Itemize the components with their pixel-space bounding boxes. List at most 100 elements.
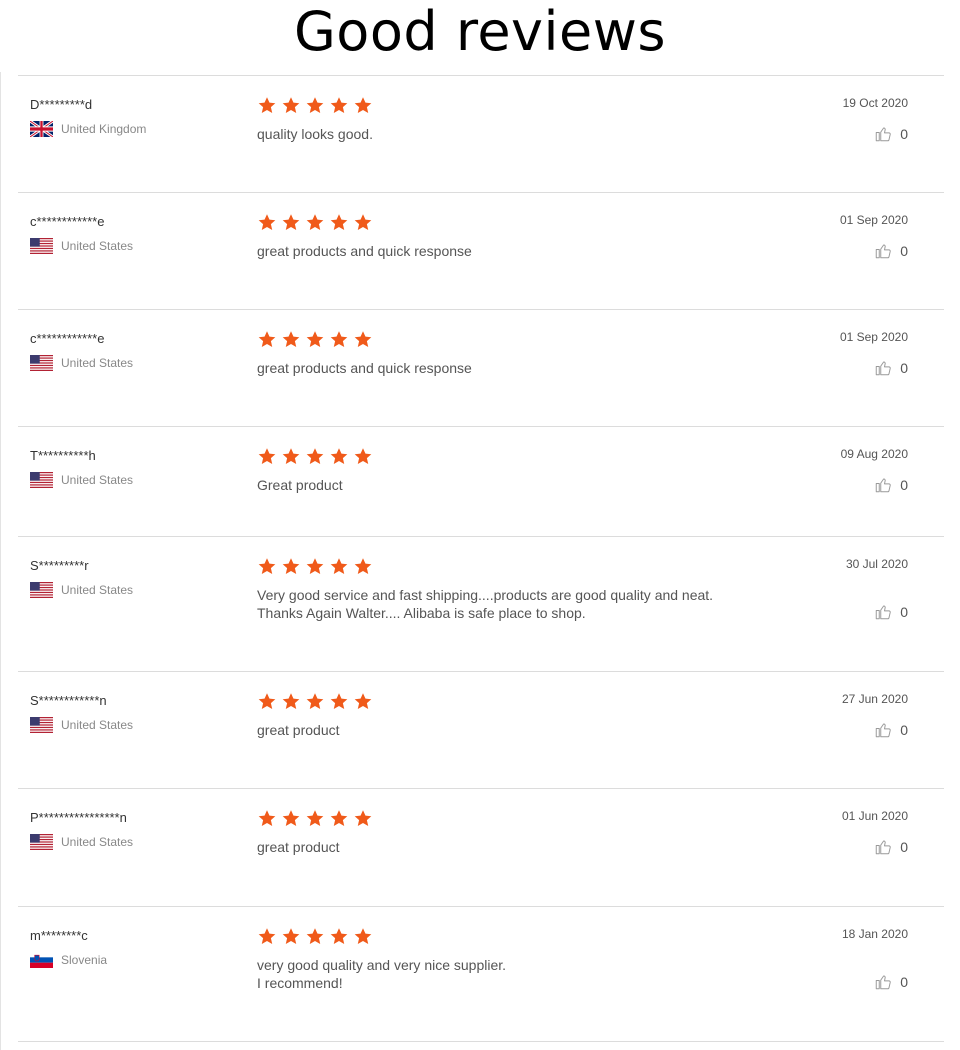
us-flag-icon	[30, 472, 53, 488]
star-icon	[329, 557, 349, 576]
country-label: United States	[61, 718, 134, 732]
review-row: S************n United States great product…	[18, 671, 944, 788]
country-label: United States	[61, 239, 134, 253]
review-text: Very good service and fast shipping....p…	[257, 587, 714, 621]
helpful-button[interactable]: 0	[874, 721, 908, 739]
page-title: Good reviews	[293, 0, 667, 63]
review-row: c************e United States great product…	[18, 192, 944, 309]
star-icon	[329, 447, 349, 466]
star-icon	[305, 809, 325, 828]
star-icon	[305, 927, 325, 946]
helpful-button[interactable]: 0	[874, 125, 908, 143]
review-date: 19 Oct 2020	[842, 96, 908, 110]
left-divider	[0, 72, 1, 1050]
us-flag-icon	[30, 238, 53, 254]
reviewer-country: United States	[30, 717, 133, 733]
thumbs-up-icon	[874, 603, 892, 621]
review-date: 18 Jan 2020	[841, 927, 908, 941]
reviewer-country: United States	[30, 582, 133, 598]
reviewer-country: United States	[30, 238, 133, 254]
reviewer-name: c************e	[30, 331, 105, 346]
country-label: United Kingdom	[61, 122, 147, 136]
star-icon	[329, 692, 349, 711]
star-rating	[257, 447, 377, 466]
country-label: United States	[61, 835, 134, 849]
helpful-button[interactable]: 0	[874, 476, 908, 494]
star-icon	[305, 330, 325, 349]
country-label: United States	[61, 473, 134, 487]
review-row: P****************n United States great pro…	[18, 788, 944, 906]
star-icon	[305, 447, 325, 466]
review-text: very good quality and very nice supplier…	[257, 957, 507, 991]
review-date: 09 Aug 2020	[840, 447, 908, 461]
list-bottom-divider	[18, 1041, 944, 1042]
helpful-count: 0	[900, 974, 908, 990]
us-flag-icon	[30, 355, 53, 371]
star-icon	[257, 557, 277, 576]
reviewer-country: United States	[30, 472, 133, 488]
review-date: 30 Jul 2020	[845, 557, 908, 571]
thumbs-up-icon	[874, 721, 892, 739]
review-text: Great product	[257, 477, 343, 493]
helpful-count: 0	[900, 126, 908, 142]
star-icon	[257, 96, 277, 115]
star-rating	[257, 330, 377, 349]
helpful-button[interactable]: 0	[874, 359, 908, 377]
country-label: United States	[61, 356, 134, 370]
uk-flag-icon	[29, 119, 54, 139]
star-icon	[281, 692, 301, 711]
review-text: great product	[257, 839, 340, 855]
star-icon	[353, 557, 373, 576]
review-text: quality looks good.	[257, 126, 373, 142]
si-flag-icon	[30, 952, 53, 968]
star-icon	[257, 330, 277, 349]
review-row: m********c Slovenia very good quality and …	[18, 906, 944, 1041]
reviewer-name: c************e	[30, 214, 105, 229]
review-row: T**********h United States Great product 09…	[18, 426, 944, 536]
review-row: S*********r United States Very good servic…	[18, 536, 944, 671]
star-icon	[353, 809, 373, 828]
us-flag-icon	[30, 834, 53, 850]
star-icon	[329, 96, 349, 115]
country-label: Slovenia	[61, 953, 108, 967]
thumbs-up-icon	[874, 359, 892, 377]
review-date: 01 Sep 2020	[839, 330, 908, 344]
us-flag-icon	[30, 717, 53, 733]
reviewer-name: T**********h	[30, 448, 96, 463]
review-date: 01 Sep 2020	[839, 213, 908, 227]
star-rating	[257, 692, 377, 711]
star-icon	[329, 330, 349, 349]
star-icon	[353, 927, 373, 946]
reviewer-country: Slovenia	[30, 952, 107, 968]
star-icon	[257, 692, 277, 711]
star-icon	[281, 213, 301, 232]
helpful-count: 0	[900, 360, 908, 376]
review-row: c************e United States great product…	[18, 309, 944, 426]
helpful-count: 0	[900, 839, 908, 855]
star-rating	[257, 96, 377, 115]
reviewer-name: P****************n	[30, 810, 127, 825]
helpful-button[interactable]: 0	[874, 603, 908, 621]
star-icon	[353, 330, 373, 349]
star-icon	[353, 692, 373, 711]
star-icon	[329, 809, 349, 828]
star-rating	[257, 809, 377, 828]
review-list: D*********d United Kingdom quality looks g…	[18, 75, 944, 1041]
review-date: 01 Jun 2020	[841, 809, 908, 823]
thumbs-up-icon	[874, 242, 892, 260]
helpful-button[interactable]: 0	[874, 242, 908, 260]
star-icon	[257, 809, 277, 828]
reviewer-country: United States	[30, 834, 133, 850]
helpful-button[interactable]: 0	[874, 973, 908, 991]
helpful-count: 0	[900, 604, 908, 620]
country-label: United States	[61, 583, 134, 597]
star-icon	[281, 447, 301, 466]
reviewer-name: S*********r	[30, 558, 89, 573]
star-icon	[257, 447, 277, 466]
us-flag-icon	[30, 582, 53, 598]
star-icon	[353, 213, 373, 232]
reviewer-name: m********c	[30, 928, 88, 943]
helpful-button[interactable]: 0	[874, 838, 908, 856]
star-icon	[353, 96, 373, 115]
star-icon	[305, 557, 325, 576]
